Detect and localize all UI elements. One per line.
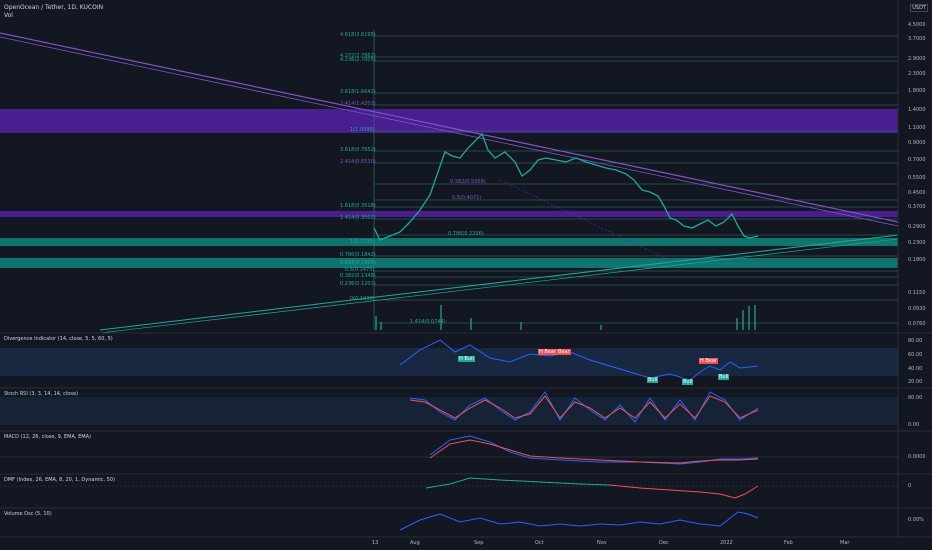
time-tick: 13 bbox=[372, 540, 379, 546]
volume-bars bbox=[375, 305, 756, 330]
price-tick: 2.3000 bbox=[908, 71, 926, 77]
macd-title[interactable]: MACD (12, 26, close, 9, EMA, EMA) bbox=[4, 434, 91, 440]
supply-zone-lower bbox=[0, 211, 898, 217]
macd-signal bbox=[429, 439, 759, 464]
div-tick: 40.00 bbox=[908, 366, 923, 372]
price-series bbox=[373, 132, 759, 241]
price-tick: 0.2300 bbox=[908, 240, 926, 246]
signal-label: H Bull bbox=[458, 356, 475, 362]
stoch-tick: 0.00 bbox=[908, 422, 920, 428]
demand-zone-upper bbox=[0, 238, 898, 246]
price-tick: 0.4500 bbox=[908, 190, 926, 196]
fib-label: 0.618(0.1666) bbox=[340, 260, 376, 266]
fib-label: 3.618(0.7652) bbox=[340, 147, 376, 153]
signal-label: Bull bbox=[647, 377, 659, 383]
panel-separators bbox=[0, 0, 932, 538]
fib-label: 1(1.0096) bbox=[350, 127, 375, 133]
time-tick: 2022 bbox=[720, 540, 733, 546]
volume-label: Vol bbox=[4, 12, 13, 19]
dmf-down bbox=[609, 484, 759, 499]
time-tick: Aug bbox=[410, 540, 420, 546]
price-tick: 0.0930 bbox=[908, 306, 926, 312]
fib-label: 0.236(0.1201) bbox=[340, 281, 376, 287]
ascending-trendline-2 bbox=[99, 238, 899, 334]
fib-label: 0.382(0.1348) bbox=[340, 273, 376, 279]
fib-label: 0.786(0.1842) bbox=[340, 252, 376, 258]
volume-osc-title[interactable]: Volume Osc (5, 10) bbox=[4, 511, 52, 517]
price-tick: 0.2900 bbox=[908, 224, 926, 230]
fib-label: 1.414(0.3002) bbox=[340, 215, 376, 221]
chart-canvas[interactable] bbox=[0, 0, 932, 550]
price-tick: 0.5500 bbox=[908, 175, 926, 181]
div-tick: 20.00 bbox=[908, 379, 923, 385]
div-tick: 80.00 bbox=[908, 338, 923, 344]
volume-osc-line bbox=[399, 511, 759, 531]
price-tick: 0.7000 bbox=[908, 157, 926, 163]
projection-line bbox=[499, 179, 681, 266]
fib-label: 2.414(0.6530) bbox=[340, 159, 376, 165]
symbol-title[interactable]: OpenOcean / Tether, 1D, KUCOIN bbox=[4, 4, 103, 11]
fib-label: 1(0.2135) bbox=[350, 239, 375, 245]
fib-label: 3.618(1.6642) bbox=[340, 89, 376, 95]
price-tick: 3.7000 bbox=[908, 36, 926, 42]
dmf-title[interactable]: DMF (Index, 26, EMA, 8, 20, 1, Dynamic, … bbox=[4, 477, 115, 483]
signal-label: Bull bbox=[682, 379, 694, 385]
time-tick: Sep bbox=[474, 540, 484, 546]
stoch-tick: 80.00 bbox=[908, 395, 923, 401]
price-tick: 1.4000 bbox=[908, 107, 926, 113]
time-tick: Mar bbox=[840, 540, 850, 546]
fib-label: 0.786(0.2296) bbox=[448, 231, 484, 237]
time-tick: Feb bbox=[784, 540, 793, 546]
price-tick: 0.1150 bbox=[908, 290, 926, 296]
dmf-tick: 0 bbox=[908, 483, 912, 489]
signal-label: H Bear bbox=[699, 358, 718, 364]
fib-label: 1.414(0.0744) bbox=[410, 319, 446, 325]
price-tick: 4.5000 bbox=[908, 22, 926, 28]
price-tick: 0.0760 bbox=[908, 321, 926, 327]
signal-label: Bull bbox=[718, 374, 730, 380]
price-tick: 0.1800 bbox=[908, 257, 926, 263]
currency-badge[interactable]: USDT bbox=[910, 4, 928, 12]
div-tick: 60.00 bbox=[908, 352, 923, 358]
stoch-title[interactable]: Stoch RSI (3, 3, 14, 14, close) bbox=[4, 391, 78, 397]
volosc-tick: 0.00% bbox=[908, 517, 924, 523]
time-tick: Oct bbox=[535, 540, 544, 546]
fib-label: 1.618(0.3518) bbox=[340, 203, 376, 209]
stoch-band bbox=[0, 397, 898, 425]
signal-label: H Bear bbox=[538, 349, 557, 355]
fib-label: 0.5(0.4071) bbox=[452, 195, 482, 201]
fib-label: 0.382(0.5069) bbox=[450, 179, 486, 185]
supply-zone-upper bbox=[0, 109, 898, 133]
price-tick: 2.9000 bbox=[908, 56, 926, 62]
fib-label: 0(0.1039) bbox=[350, 296, 375, 302]
price-tick: 1.1000 bbox=[908, 125, 926, 131]
time-tick: Dec bbox=[659, 540, 669, 546]
dmf-up bbox=[425, 477, 611, 489]
rsi-band bbox=[0, 348, 898, 376]
divergence-title[interactable]: Divergence Indicator (14, close, 5, 5, 6… bbox=[4, 336, 113, 342]
price-tick: 0.9000 bbox=[908, 140, 926, 146]
fib-label: 4.618(3.6195) bbox=[340, 32, 376, 38]
price-tick: 1.8000 bbox=[908, 88, 926, 94]
demand-zone-lower bbox=[0, 258, 898, 268]
fib-label: 2.414(1.4202) bbox=[340, 101, 376, 107]
signal-label: Bear bbox=[557, 349, 571, 355]
macd-tick: 0.0000 bbox=[908, 454, 926, 460]
fib-label: 4.236(2.7005) bbox=[340, 57, 376, 63]
ascending-trendline bbox=[99, 234, 899, 331]
time-tick: Nov bbox=[597, 540, 607, 546]
price-tick: 0.3700 bbox=[908, 204, 926, 210]
